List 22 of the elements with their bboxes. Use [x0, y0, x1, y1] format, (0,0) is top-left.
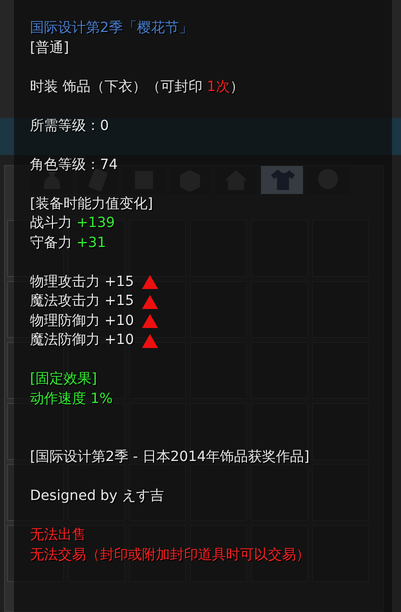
up-arrow-icon — [142, 314, 158, 328]
effect-text: [固定效果] — [30, 370, 97, 389]
info-text: 角色等级：74 — [30, 156, 118, 174]
up-arrow-icon — [142, 334, 158, 348]
item-type: 时装 饰品（下衣）（可封印 1次） — [30, 78, 244, 96]
effect-text: 动作速度 1% — [30, 390, 113, 408]
warning-text: 无法交易（封印或附加封印道具时可以交易） — [30, 546, 310, 564]
info-text: 所需等级：0 — [30, 116, 109, 136]
stat-line: 魔法攻击力 +15 — [30, 292, 134, 311]
item-title: 国际设计第2季「樱花节」 — [30, 19, 193, 38]
up-arrow-icon — [142, 294, 158, 309]
info-text: Designed by えす吉 — [30, 487, 164, 506]
info-text: [普通] — [30, 38, 69, 58]
stat-line: 物理防御力 +10 — [30, 312, 134, 330]
stat-line: 物理攻击力 +15 — [30, 272, 134, 292]
warning-text: 无法出售 — [30, 526, 86, 545]
info-text: [装备时能力值变化] — [30, 194, 153, 214]
up-arrow-icon — [142, 275, 158, 290]
stat-bonus: 守备力 +31 — [30, 234, 106, 252]
info-text: [国际设计第2季 - 日本2014年饰品获奖作品] — [30, 448, 310, 467]
stat-bonus: 战斗力 +139 — [30, 214, 115, 233]
stat-line: 魔法防御力 +10 — [30, 331, 134, 350]
